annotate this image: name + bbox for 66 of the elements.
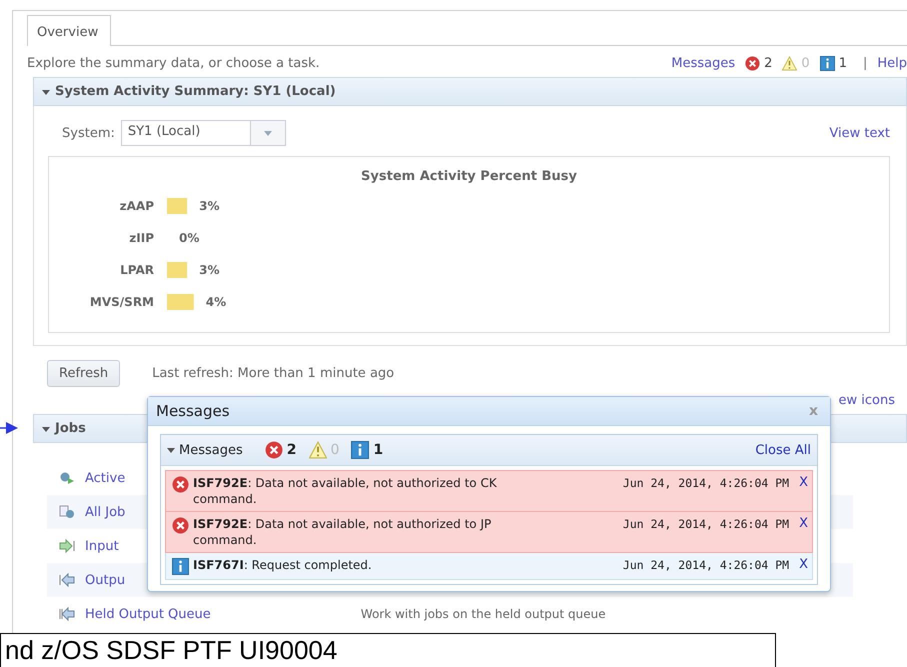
system-select[interactable]: SY1 (Local): [120, 120, 286, 146]
warning-icon: [308, 441, 326, 459]
message-text: ISF792E: Data not available, not authorized to CK command.: [193, 475, 498, 507]
job-link[interactable]: Active: [85, 470, 126, 486]
error-icon: [172, 517, 189, 534]
arrow-icon: [0, 422, 18, 434]
chart-title: System Activity Percent Busy: [360, 169, 578, 184]
dropdown-icon: [264, 130, 272, 136]
category-label: LPAR: [120, 263, 154, 277]
arrow-icon: [59, 573, 75, 587]
caret-icon[interactable]: [42, 424, 50, 432]
category-label: MVS/SRM: [90, 295, 154, 309]
system-label: System:: [62, 126, 115, 140]
value-label: 3%: [199, 199, 220, 213]
messages-link[interactable]: Messages: [671, 56, 736, 71]
separator: |: [862, 56, 868, 71]
job-link[interactable]: Input: [85, 538, 119, 554]
info-count: 1: [838, 56, 847, 71]
job-link[interactable]: Held Output Queue: [85, 606, 211, 622]
bar: [167, 294, 194, 310]
job-description: Work with jobs on the held output queue: [360, 607, 606, 621]
job-link[interactable]: All Job: [85, 504, 126, 520]
panel-title: Messages: [179, 442, 243, 458]
info-icon: [351, 441, 370, 459]
view-icons-link[interactable]: ew icons: [838, 393, 895, 408]
caret-icon[interactable]: [167, 446, 175, 454]
close-all-link[interactable]: Close All: [755, 442, 811, 458]
dismiss-link[interactable]: X: [799, 475, 808, 490]
category-label: zAAP: [120, 199, 154, 213]
info-icon: [820, 56, 835, 71]
warning-count: 0: [330, 442, 340, 458]
info-count: 1: [373, 442, 384, 458]
arrow-icon: [59, 607, 75, 621]
section-header[interactable]: System Activity Summary: SY1 (Local): [33, 77, 907, 106]
message-time: Jun 24, 2014, 4:26:04 PM: [622, 475, 790, 490]
dismiss-link[interactable]: X: [799, 516, 808, 531]
value-label: 0%: [179, 231, 200, 245]
message-time: Jun 24, 2014, 4:26:04 PM: [622, 516, 790, 531]
message-text: ISF767I: Request completed.: [193, 557, 373, 573]
warning-icon: [782, 56, 798, 71]
help-link[interactable]: Help: [877, 56, 907, 71]
intro-text: Explore the summary data, or choose a task.: [27, 56, 320, 71]
category-label: zIIP: [129, 231, 154, 245]
caption-text: nd z/OS SDSF PTF UI90004: [0, 633, 776, 667]
arrow-icon: [59, 539, 75, 553]
dialog-title: Messages: [156, 402, 230, 420]
message-time: Jun 24, 2014, 4:26:04 PM: [622, 557, 790, 572]
error-count: 2: [764, 56, 772, 71]
value-label: 3%: [199, 263, 220, 277]
error-icon: [745, 56, 760, 71]
caret-icon[interactable]: [42, 88, 50, 96]
bar: [167, 198, 188, 214]
error-count: 2: [286, 442, 296, 458]
value-label: 4%: [206, 295, 226, 309]
message-text: ISF792E: Data not available, not authorized to JP command.: [193, 516, 492, 548]
refresh-button[interactable]: Refresh: [47, 360, 120, 387]
dismiss-link[interactable]: X: [799, 557, 808, 572]
view-text-link[interactable]: View text: [829, 126, 890, 140]
job-link[interactable]: Outpu: [85, 572, 126, 588]
last-refresh-text: Last refresh: More than 1 minute ago: [152, 366, 394, 381]
error-icon: [264, 441, 283, 459]
error-icon: [172, 476, 189, 493]
info-icon: [172, 558, 189, 575]
bar: [167, 262, 188, 278]
warning-count: 0: [801, 56, 810, 71]
overview-tab[interactable]: Overview: [27, 15, 112, 46]
